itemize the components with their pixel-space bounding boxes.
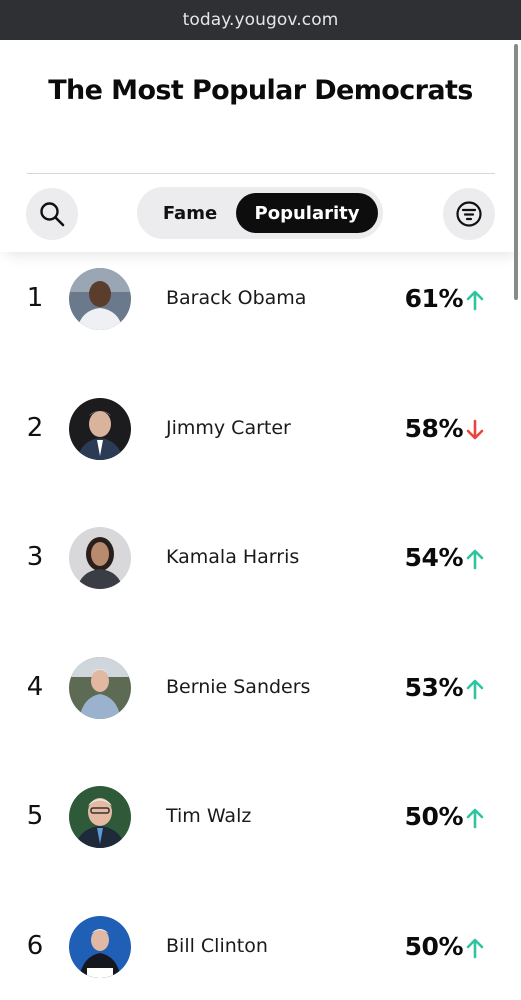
popularity-value: 53% <box>404 673 464 702</box>
arrow-up-icon <box>466 679 484 700</box>
popularity-value: 50% <box>404 932 464 961</box>
popularity-value: 50% <box>404 802 464 831</box>
rank-number: 3 <box>26 542 44 572</box>
browser-url-bar[interactable]: today.yougov.com <box>0 0 521 40</box>
arrow-down-icon <box>466 419 484 440</box>
arrow-up-icon <box>466 938 484 959</box>
scrollbar[interactable] <box>514 44 518 300</box>
list-item[interactable]: 2 Jimmy Carter 58% <box>0 364 521 494</box>
rank-number: 1 <box>26 283 44 313</box>
rank-number: 5 <box>26 801 44 831</box>
popularity-value: 61% <box>404 284 464 313</box>
tab-popularity[interactable]: Popularity <box>236 193 378 233</box>
list-item[interactable]: 3 Kamala Harris 54% <box>0 493 521 623</box>
fame-popularity-toggle[interactable]: Fame Popularity <box>137 187 383 239</box>
list-item[interactable]: 1 Barack Obama 61% <box>0 234 521 364</box>
url-text: today.yougov.com <box>182 10 339 30</box>
search-icon <box>40 202 65 227</box>
page-title: The Most Popular Democrats <box>48 75 473 106</box>
avatar <box>69 786 131 848</box>
popularity-value: 54% <box>404 543 464 572</box>
rank-number: 6 <box>26 931 44 961</box>
avatar <box>69 398 131 460</box>
person-name: Kamala Harris <box>166 546 300 568</box>
filter-button[interactable] <box>443 188 495 240</box>
tab-fame[interactable]: Fame <box>145 193 235 233</box>
search-button[interactable] <box>26 188 78 240</box>
avatar <box>69 268 131 330</box>
list-item[interactable]: 4 Bernie Sanders 53% <box>0 623 521 753</box>
person-name: Jimmy Carter <box>166 417 291 439</box>
arrow-up-icon <box>466 290 484 311</box>
rank-number: 2 <box>26 413 44 443</box>
list-item[interactable]: 5 Tim Walz 50% <box>0 752 521 882</box>
avatar <box>69 527 131 589</box>
popularity-value: 58% <box>404 414 464 443</box>
avatar <box>69 657 131 719</box>
rank-number: 4 <box>26 672 44 702</box>
person-name: Tim Walz <box>166 805 252 827</box>
divider <box>27 173 495 174</box>
filter-icon <box>456 201 482 227</box>
page-header: The Most Popular Democrats Fame Populari… <box>0 40 521 252</box>
arrow-up-icon <box>466 808 484 829</box>
avatar <box>69 916 131 978</box>
arrow-up-icon <box>466 549 484 570</box>
person-name: Bill Clinton <box>166 935 268 957</box>
person-name: Bernie Sanders <box>166 676 311 698</box>
list-item[interactable]: 6 Bill Clinton 50% <box>0 882 521 1000</box>
person-name: Barack Obama <box>166 287 307 309</box>
